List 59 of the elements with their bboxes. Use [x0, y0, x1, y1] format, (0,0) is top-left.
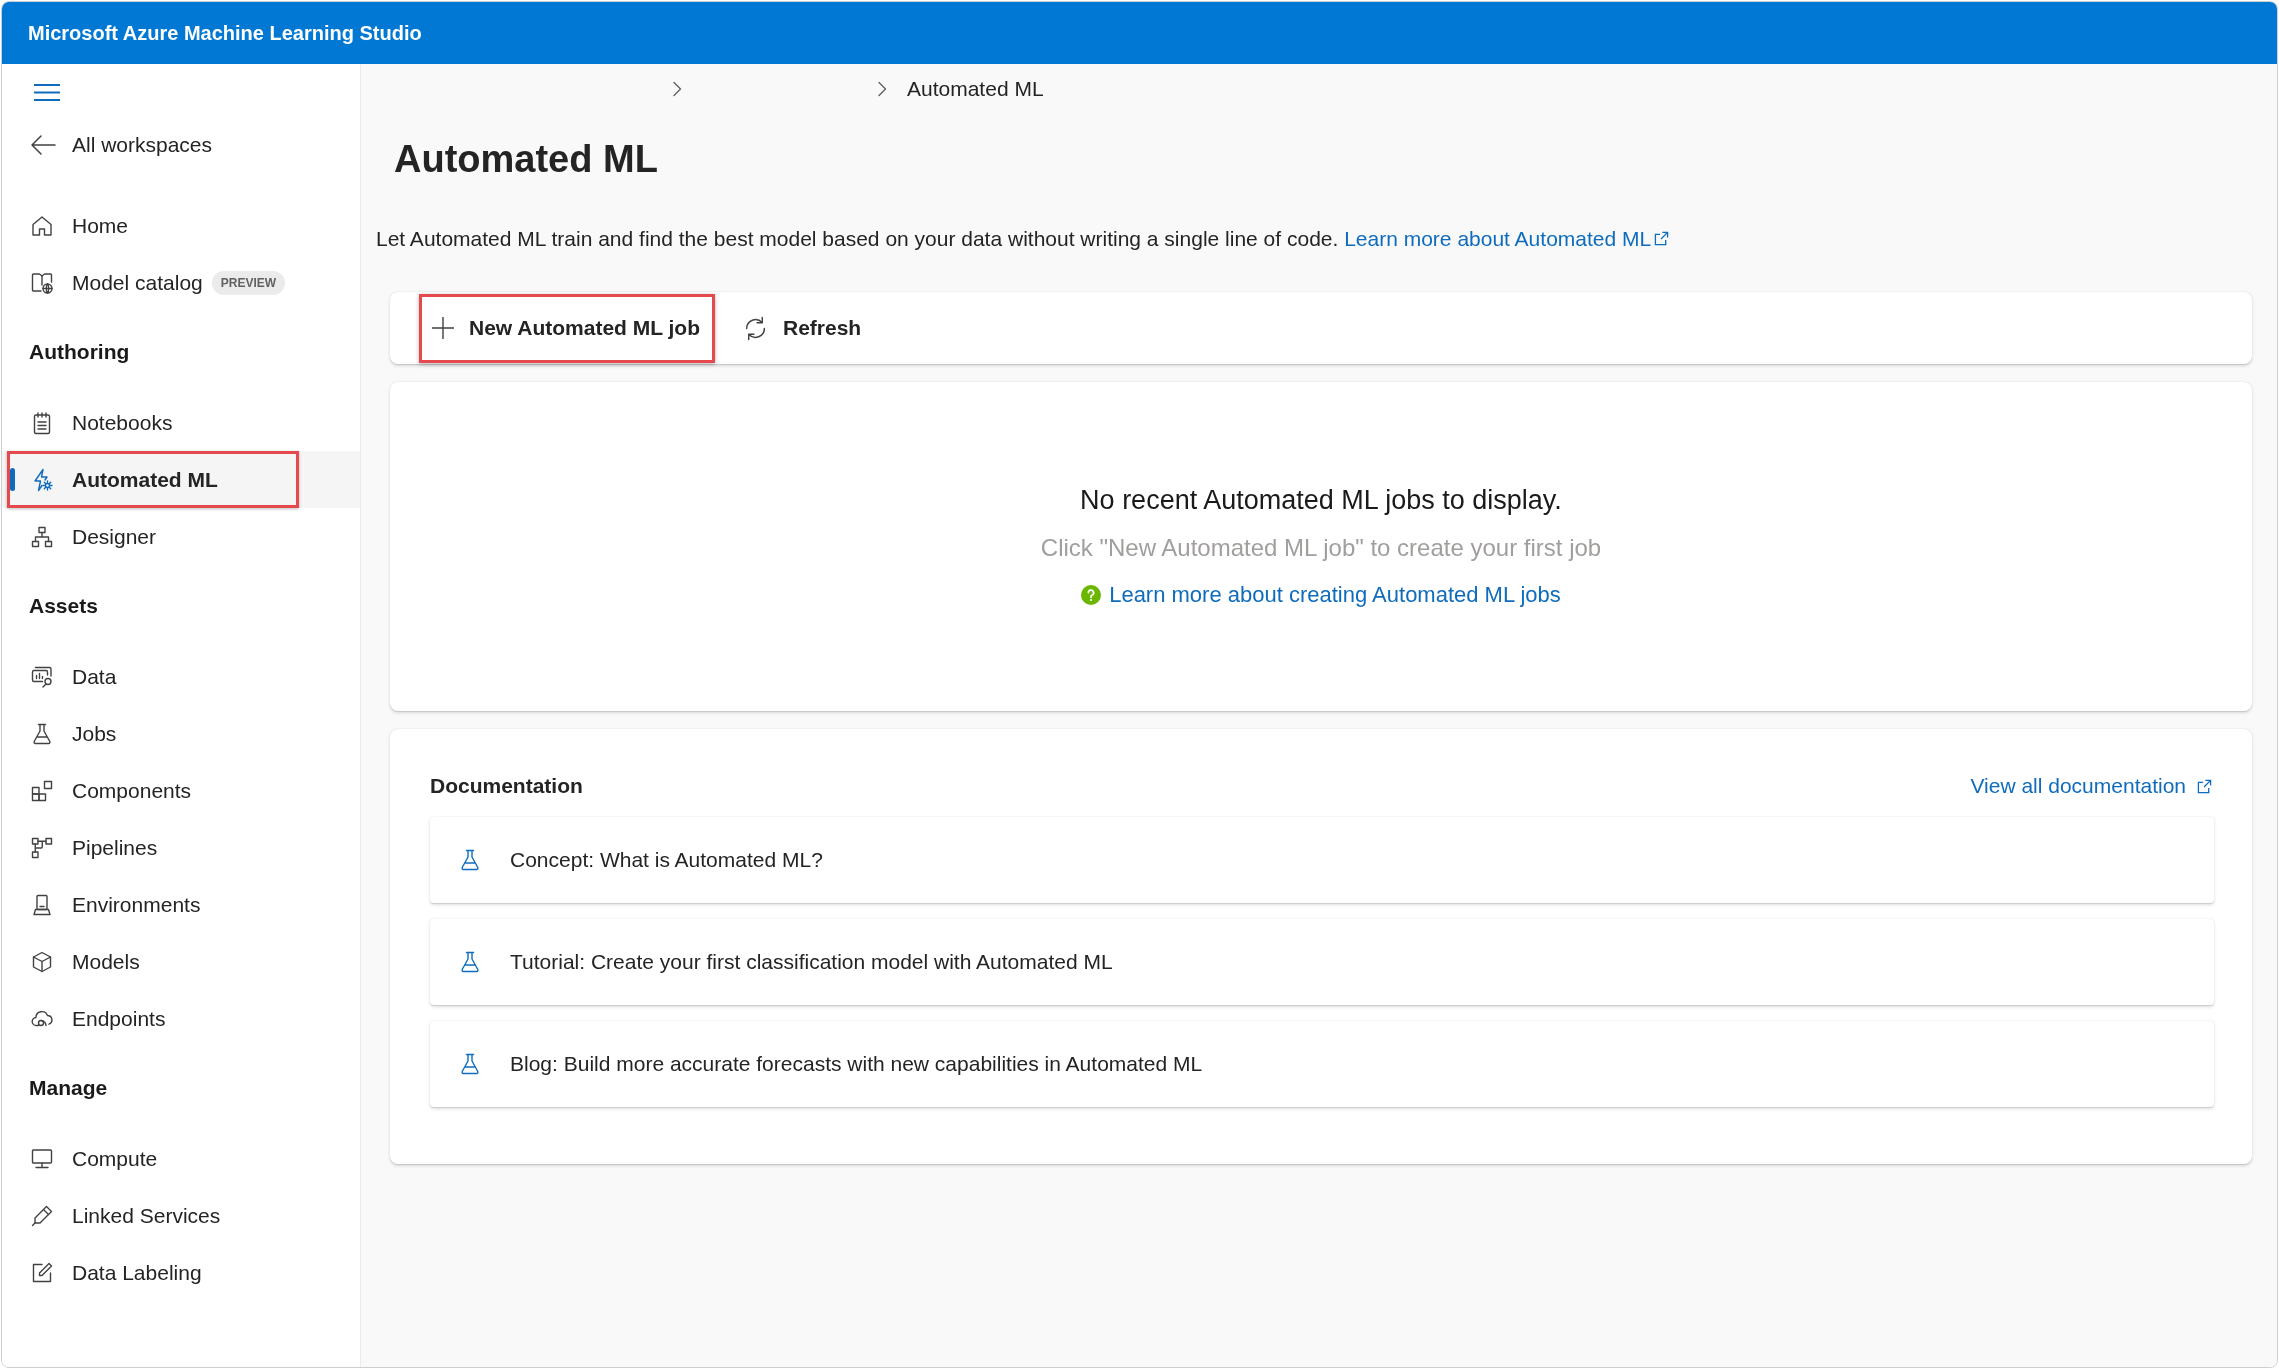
- chart-search-icon: [30, 664, 54, 689]
- doc-link-card[interactable]: Concept: What is Automated ML?: [430, 817, 2214, 903]
- doc-link-card[interactable]: Tutorial: Create your first classification model with Automated ML: [430, 919, 2214, 1005]
- nav-item[interactable]: Automated ML: [2, 451, 360, 508]
- breadcrumb-item[interactable]: Automated ML: [907, 77, 1044, 101]
- nav-item[interactable]: Environments: [2, 876, 360, 933]
- nav-item[interactable]: Model catalog PREVIEW: [2, 254, 360, 311]
- book-globe-icon: [30, 270, 54, 295]
- nav-item[interactable]: Components: [2, 762, 360, 819]
- page-description: Let Automated ML train and find the best model based on your data without writing a single line of code. Learn more about Automated ML: [376, 224, 2252, 254]
- edit-icon: [30, 1260, 54, 1285]
- flow-icon: [30, 835, 54, 860]
- monitor-icon: [30, 1146, 54, 1171]
- page-title: Automated ML: [394, 137, 659, 182]
- pen-icon: [30, 1203, 54, 1228]
- preview-badge: PREVIEW: [211, 270, 286, 295]
- grid-icon: [30, 778, 54, 803]
- refresh-icon: [743, 315, 768, 341]
- nav-item[interactable]: Designer: [2, 508, 360, 565]
- external-link-icon: [1654, 231, 1670, 246]
- home-icon: [30, 213, 54, 238]
- help-icon: [1081, 585, 1102, 605]
- doc-link-card[interactable]: Blog: Build more accurate forecasts with new capabilities in Automated ML: [430, 1021, 2214, 1107]
- refresh-button[interactable]: Refresh: [730, 293, 877, 363]
- nav-item[interactable]: Data Labeling: [2, 1244, 360, 1301]
- chevron-right-icon: [672, 81, 682, 97]
- nav-item[interactable]: Linked Services: [2, 1187, 360, 1244]
- learn-more-link[interactable]: Learn more about Automated ML: [1344, 227, 1670, 250]
- hierarchy-icon: [30, 524, 54, 549]
- arrow-left-icon: [30, 133, 56, 156]
- back-link[interactable]: All workspaces: [2, 116, 360, 173]
- plus-icon: [432, 317, 454, 339]
- menu-icon: [34, 83, 60, 101]
- nav-item[interactable]: Models: [2, 933, 360, 990]
- new-job-button[interactable]: New Automated ML job: [419, 293, 715, 363]
- app-title: Microsoft Azure Machine Learning Studio: [28, 21, 422, 45]
- flask-icon: [458, 848, 482, 872]
- nav-item[interactable]: Compute: [2, 1130, 360, 1187]
- documentation-heading: Documentation: [430, 774, 583, 798]
- section-heading: Authoring: [28, 339, 131, 365]
- cube-icon: [30, 949, 54, 974]
- nav-item[interactable]: Pipelines: [2, 819, 360, 876]
- view-all-link[interactable]: View all documentation: [1970, 774, 2212, 798]
- flask-icon: [458, 1052, 482, 1076]
- section-heading: Manage: [28, 1075, 109, 1101]
- nav-item[interactable]: Endpoints: [2, 990, 360, 1047]
- nav-item[interactable]: Home: [2, 197, 360, 254]
- external-link-icon: [2197, 778, 2212, 794]
- device-stand-icon: [30, 892, 54, 917]
- nav-item[interactable]: Jobs: [2, 705, 360, 762]
- section-heading: Assets: [28, 593, 99, 619]
- flask-icon: [458, 950, 482, 974]
- empty-state-hint: Click "New Automated ML job" to create your first job: [1040, 533, 1602, 563]
- nav-item[interactable]: Data: [2, 648, 360, 705]
- empty-state-title: No recent Automated ML jobs to display.: [1080, 484, 1562, 517]
- chevron-right-icon: [877, 81, 887, 97]
- nav-item[interactable]: Notebooks: [2, 394, 360, 451]
- learn-more-link[interactable]: Learn more about creating Automated ML jobs: [1109, 578, 1561, 612]
- flask-icon: [30, 721, 54, 746]
